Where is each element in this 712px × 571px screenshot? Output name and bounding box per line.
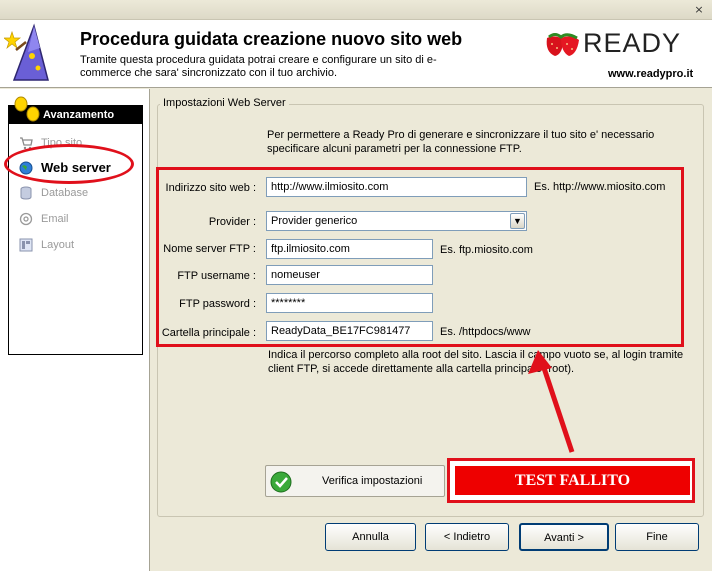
site-address-example: Es. http://www.miosito.com <box>534 181 666 193</box>
provider-value: Provider generico <box>271 215 358 227</box>
ftp-server-label: Nome server FTP : <box>163 243 256 255</box>
verify-settings-button[interactable]: Verifica impostazioni <box>265 465 445 497</box>
sidebar-item-database: Database <box>19 182 139 204</box>
close-button[interactable]: × <box>692 3 706 17</box>
wizard-description: Tramite questa procedura guidata potrai … <box>80 54 437 79</box>
ftp-username-field[interactable]: nomeuser <box>266 265 433 285</box>
database-icon <box>20 186 32 200</box>
brand-logo: READY <box>583 28 682 58</box>
footsteps-icon <box>14 96 40 122</box>
strawberry-logo-icon <box>546 33 579 56</box>
root-folder-label: Cartella principale : <box>161 327 256 339</box>
group-title: Impostazioni Web Server <box>160 97 289 109</box>
sidebar-item-layout: Layout <box>19 234 139 256</box>
finish-button[interactable]: Fine <box>615 523 699 551</box>
brand-url: www.readypro.it <box>608 68 694 80</box>
root-folder-field[interactable]: ReadyData_BE17FC981477 <box>266 321 433 341</box>
next-button[interactable]: Avanti > <box>519 523 609 551</box>
cancel-button[interactable]: Annulla <box>325 523 416 551</box>
back-button[interactable]: < Indietro <box>425 523 509 551</box>
progress-panel: Avanzamento Tipo sito Web server Databas… <box>0 89 150 571</box>
sidebar-item-label: Email <box>41 213 69 225</box>
ftp-password-field[interactable]: ******** <box>266 293 433 313</box>
provider-select[interactable]: Provider generico ▼ <box>266 211 527 231</box>
wizard-header: Procedura guidata creazione nuovo sito w… <box>0 20 712 88</box>
layout-icon <box>19 238 33 252</box>
title-bar: × <box>0 0 712 20</box>
ftp-password-label: FTP password : <box>179 298 256 310</box>
sidebar-item-label: Layout <box>41 239 75 251</box>
ftp-server-example: Es. ftp.miosito.com <box>440 244 533 256</box>
site-address-field[interactable]: http://www.ilmiosito.com <box>266 177 527 197</box>
annotation-oval <box>4 144 134 184</box>
test-failed-banner: TEST FALLITO <box>455 466 690 495</box>
root-folder-hint: Indica il percorso completo alla root de… <box>268 349 684 375</box>
site-address-label: Indirizzo sito web : <box>165 182 256 194</box>
chevron-down-icon[interactable]: ▼ <box>510 213 525 229</box>
provider-label: Provider : <box>208 216 256 228</box>
ftp-server-field[interactable]: ftp.ilmiosito.com <box>266 239 433 259</box>
annotation-arrow-icon <box>528 350 575 453</box>
progress-box: Avanzamento Tipo sito Web server Databas… <box>8 96 143 355</box>
root-folder-example: Es. /httpdocs/www <box>440 326 531 338</box>
verify-settings-label: Verifica impostazioni <box>322 475 423 487</box>
sidebar-item-email: Email <box>19 208 139 230</box>
sidebar-item-label: Database <box>41 187 89 199</box>
email-icon <box>19 212 33 226</box>
check-icon <box>270 471 292 493</box>
ftp-username-label: FTP username : <box>177 270 256 282</box>
intro-text: Per permettere a Ready Pro di generare e… <box>267 129 655 155</box>
wizard-title: Procedura guidata creazione nuovo sito w… <box>80 29 463 49</box>
wizard-hat-icon <box>4 23 49 81</box>
